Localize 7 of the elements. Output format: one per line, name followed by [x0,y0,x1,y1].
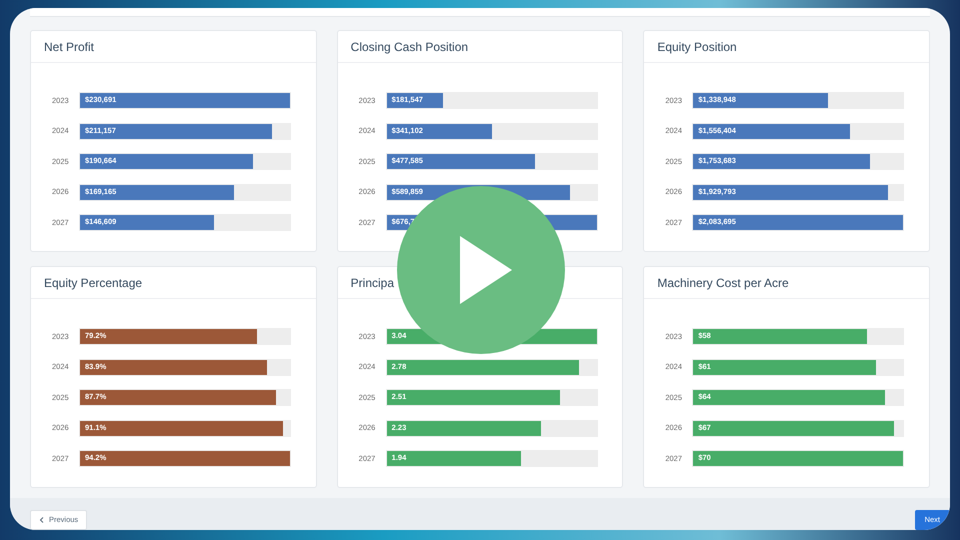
card-title: Principa [350,274,394,292]
card-title: Closing Cash Position [350,38,468,56]
card-title: Net Profit [44,38,94,56]
card-title: Equity Position [657,38,737,56]
card-title: Machinery Cost per Acre [657,274,789,292]
chevron-left-icon [39,517,45,523]
card-title: Equity Percentage [44,274,142,292]
